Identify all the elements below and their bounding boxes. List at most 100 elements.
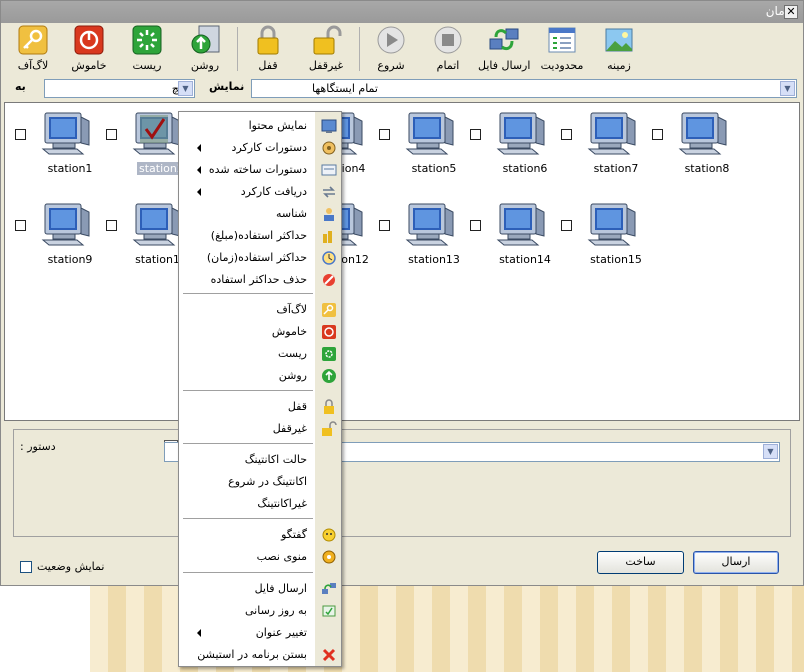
menu-item[interactable]: حذف حداکثر استفاده xyxy=(179,269,342,291)
menu-item-label: حداکثر استفاده(مبلغ) xyxy=(210,229,307,242)
station-item[interactable]: station6 xyxy=(456,109,547,179)
station-item[interactable]: station8 xyxy=(638,109,729,179)
toolbar-label: شروع xyxy=(377,59,405,72)
station-checkbox[interactable] xyxy=(561,220,572,231)
menu-item[interactable]: نمایش محتوا xyxy=(179,115,342,137)
menu-item[interactable]: به روز رسانی xyxy=(179,600,342,622)
command-label: : دستور xyxy=(20,440,56,453)
menu-item[interactable]: گفتگو xyxy=(179,524,342,546)
show-status-label: نمایش وضعیت xyxy=(37,560,105,573)
station-item[interactable]: station7 xyxy=(547,109,638,179)
menu-item[interactable]: دستورات ساخته شده xyxy=(179,159,342,181)
menu-separator xyxy=(183,293,313,294)
power-icon xyxy=(322,325,336,339)
submenu-arrow-icon xyxy=(197,629,201,637)
key-icon xyxy=(322,303,336,317)
station-item[interactable]: station15 xyxy=(547,200,642,270)
submenu-arrow-icon xyxy=(197,144,201,152)
menu-item[interactable]: خاموش xyxy=(179,321,342,343)
logoff-button[interactable]: لاگ‌آف xyxy=(7,25,59,75)
menu-item[interactable]: بستن برنامه در استیشن xyxy=(179,644,342,666)
title-bar[interactable]: فرمان ✕ xyxy=(1,1,803,23)
power-on-button[interactable]: روشن xyxy=(179,25,231,75)
menu-item[interactable]: حالت اکانتینگ xyxy=(179,449,342,471)
station-item[interactable]: station1 xyxy=(1,109,92,179)
station-item[interactable]: station13 xyxy=(365,200,460,270)
remove-max-icon xyxy=(323,274,335,286)
menu-item-label: ارسال فایل xyxy=(254,582,307,595)
menu-item[interactable]: دستورات کارکرد xyxy=(179,137,342,159)
station-list: station1station2station3station4station5… xyxy=(4,102,800,421)
station-item[interactable]: station9 xyxy=(1,200,92,270)
reset-button[interactable]: ریست xyxy=(121,25,173,75)
station-checkbox[interactable] xyxy=(561,129,572,140)
menu-item[interactable]: منوی نصب xyxy=(179,546,342,568)
menu-item[interactable]: روشن xyxy=(179,365,342,387)
menu-separator xyxy=(183,572,313,573)
menu-item-label: تغییر عنوان xyxy=(255,626,307,639)
station-checkbox[interactable] xyxy=(470,220,481,231)
station-item[interactable]: station10 xyxy=(92,200,187,270)
menu-item-label: حالت اکانتینگ xyxy=(244,453,307,466)
chevron-down-icon[interactable]: ▼ xyxy=(780,81,795,96)
menu-item-label: لاگ‌آف xyxy=(276,303,307,316)
to-select[interactable]: هیچ ▼ xyxy=(44,79,195,98)
finish-button[interactable]: اتمام xyxy=(422,25,474,75)
menu-item[interactable]: حداکثر استفاده(زمان) xyxy=(179,247,342,269)
background-white xyxy=(0,585,90,672)
unlock-button[interactable]: غیرقفل xyxy=(300,25,352,75)
menu-item[interactable]: لاگ‌آف xyxy=(179,299,342,321)
computer-icon xyxy=(674,111,728,158)
chevron-down-icon[interactable]: ▼ xyxy=(178,81,193,96)
station-item[interactable]: station14 xyxy=(456,200,551,270)
station-checkbox[interactable] xyxy=(15,129,26,140)
station-checkbox[interactable] xyxy=(379,129,390,140)
send-button[interactable]: ارسال xyxy=(693,551,779,574)
station-checkbox[interactable] xyxy=(470,129,481,140)
station-item[interactable]: station2 xyxy=(92,109,186,179)
restriction-button[interactable]: محدودیت xyxy=(536,25,588,75)
chevron-down-icon[interactable]: ▼ xyxy=(763,444,778,459)
power-icon xyxy=(74,25,104,55)
menu-item[interactable]: حداکثر استفاده(مبلغ) xyxy=(179,225,342,247)
station-checkbox[interactable] xyxy=(379,220,390,231)
toolbar-label: قفل xyxy=(258,59,278,72)
menu-item-label: شناسه xyxy=(275,207,307,220)
toolbar-label: غیرقفل xyxy=(308,59,344,72)
station-item[interactable]: station5 xyxy=(365,109,456,179)
menu-item-label: نمایش محتوا xyxy=(248,119,307,132)
shutdown-button[interactable]: خاموش xyxy=(63,25,115,75)
menu-item[interactable]: دریافت کارکرد xyxy=(179,181,342,203)
menu-item[interactable]: تغییر عنوان xyxy=(179,622,342,644)
menu-item[interactable]: شناسه xyxy=(179,203,342,225)
command-window: فرمان ✕ لاگ‌آف خاموش ریست روشن قفل غیرقف… xyxy=(0,0,804,586)
send-file-icon xyxy=(322,583,336,594)
station-checkbox[interactable] xyxy=(15,220,26,231)
wallpaper-button[interactable]: زمینه xyxy=(593,25,645,75)
send-file-button[interactable]: ارسال فایل xyxy=(478,25,530,75)
computer-icon xyxy=(583,111,637,158)
menu-item[interactable]: غیراکانتینگ xyxy=(179,493,342,515)
chat-icon xyxy=(322,528,336,542)
menu-item[interactable]: ارسال فایل xyxy=(179,578,342,600)
show-select[interactable]: تمام ایستگاهها ▼ xyxy=(251,79,797,98)
stop-icon xyxy=(434,26,462,54)
lock-button[interactable]: قفل xyxy=(242,25,294,75)
restriction-icon xyxy=(548,27,576,53)
start-button[interactable]: شروع xyxy=(365,25,417,75)
unlock-icon xyxy=(322,421,337,436)
toolbar-label: خاموش xyxy=(71,59,107,72)
close-button[interactable]: ✕ xyxy=(784,5,798,19)
station-checkbox[interactable] xyxy=(652,129,663,140)
build-button[interactable]: ساخت xyxy=(597,551,684,574)
station-checkbox[interactable] xyxy=(106,129,117,140)
show-status-checkbox[interactable] xyxy=(20,561,32,573)
toolbar-label: اتمام xyxy=(436,59,460,72)
menu-item[interactable]: اکانتینگ در شروع xyxy=(179,471,342,493)
menu-item[interactable]: ریست xyxy=(179,343,342,365)
menu-item[interactable]: قفل xyxy=(179,396,342,418)
menu-item[interactable]: غیرقفل xyxy=(179,418,342,440)
menu-item-label: حذف حداکثر استفاده xyxy=(210,273,307,286)
station-checkbox[interactable] xyxy=(106,220,117,231)
toolbar-separator xyxy=(237,27,238,71)
